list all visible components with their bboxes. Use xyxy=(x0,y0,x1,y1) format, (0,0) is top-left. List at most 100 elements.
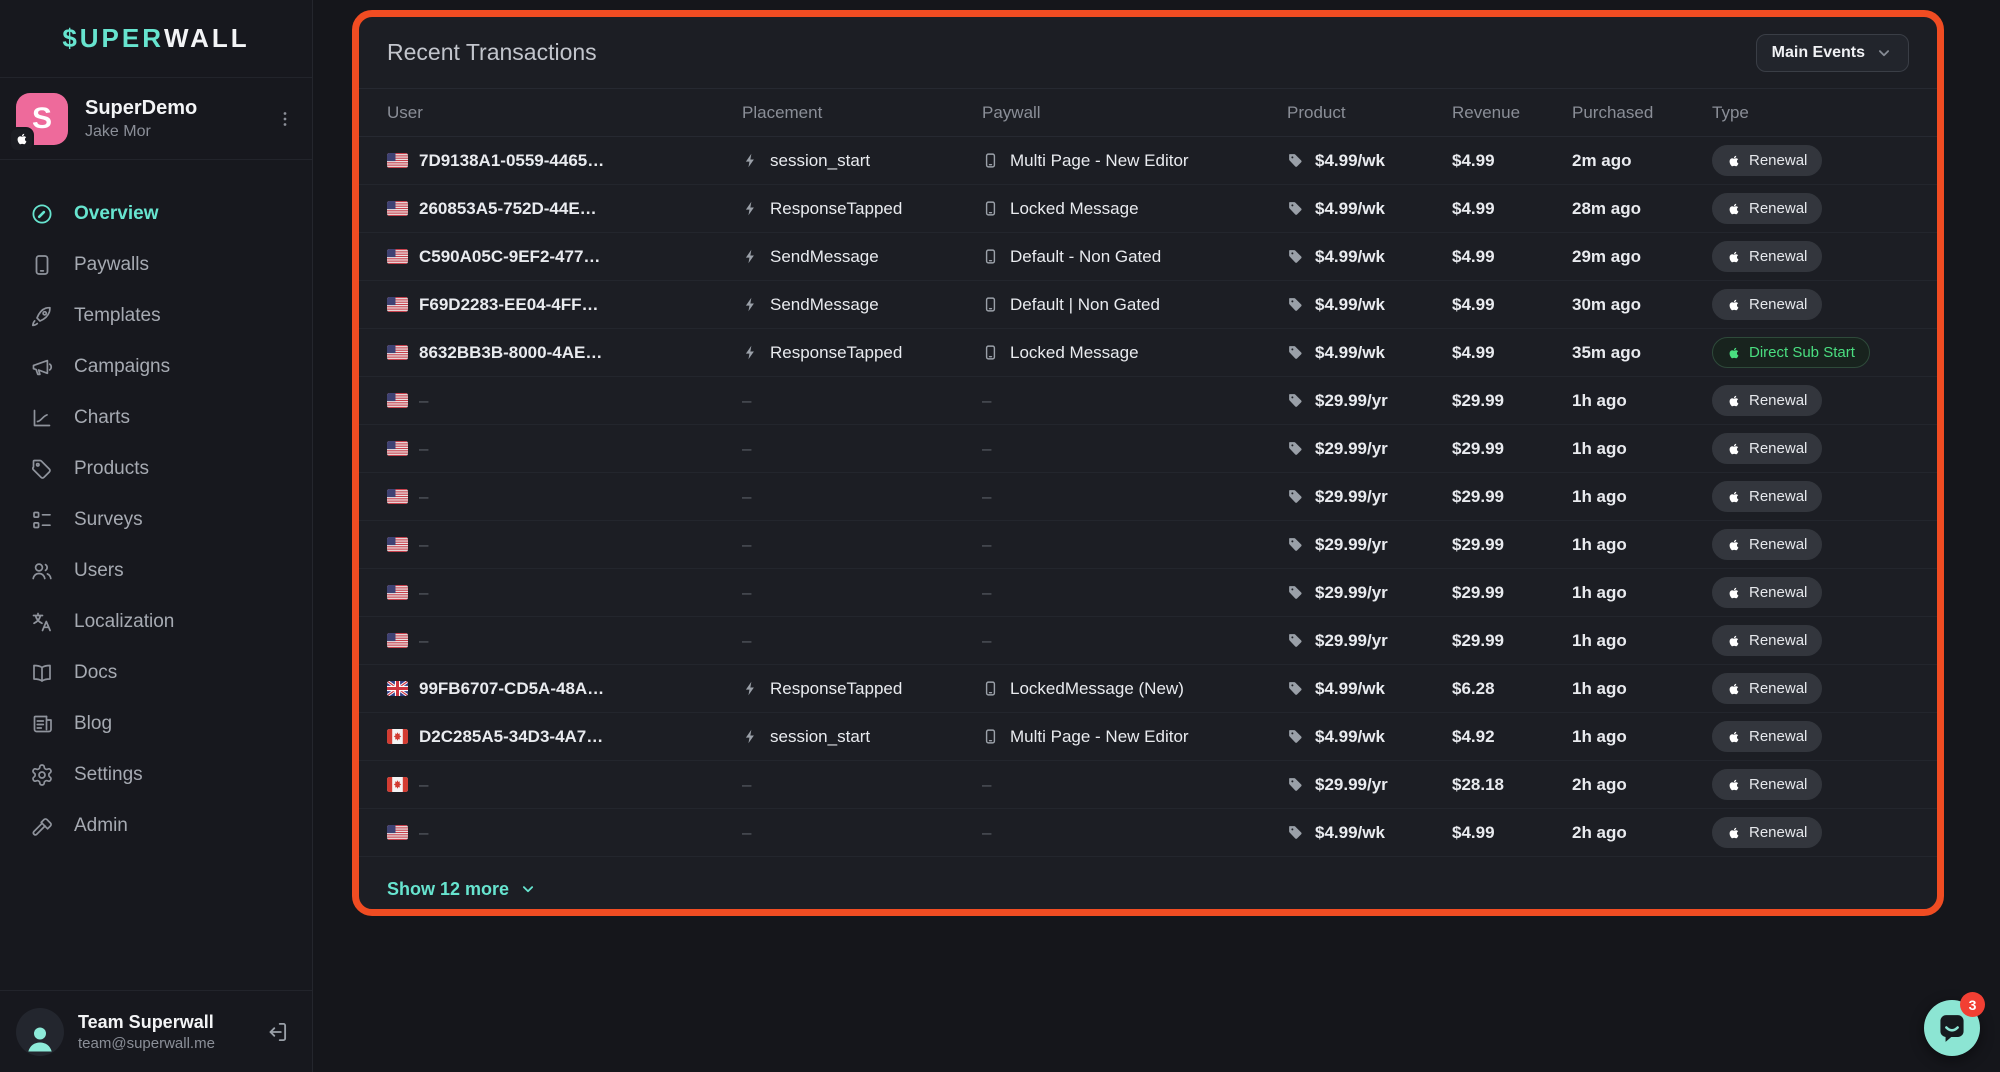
cell-revenue: $29.99 xyxy=(1452,631,1572,651)
cell-paywall: – xyxy=(982,391,1287,411)
cell-product: $4.99/wk xyxy=(1287,679,1452,699)
type-badge: Renewal xyxy=(1712,289,1822,320)
sidebar-item-campaigns[interactable]: Campaigns xyxy=(0,341,312,392)
apple-icon xyxy=(1727,250,1741,264)
app-switcher[interactable]: S SuperDemo Jake Mor xyxy=(0,78,312,160)
cell-product: $4.99/wk xyxy=(1287,343,1452,363)
cell-product: $4.99/wk xyxy=(1287,295,1452,315)
table-row[interactable]: 260853A5-752D-44E… ResponseTapped Locked… xyxy=(359,185,1937,233)
cell-type: Renewal xyxy=(1712,433,1909,464)
sidebar-item-label: Docs xyxy=(74,662,117,684)
sidebar-item-charts[interactable]: Charts xyxy=(0,392,312,443)
table-row[interactable]: – – – $29.99/yr $29.99 1h ago Renewal xyxy=(359,425,1937,473)
table-row[interactable]: 99FB6707-CD5A-48A… ResponseTapped Locked… xyxy=(359,665,1937,713)
cell-product: $29.99/yr xyxy=(1287,391,1452,411)
cell-purchased: 35m ago xyxy=(1572,343,1712,363)
type-badge: Renewal xyxy=(1712,673,1822,704)
cell-purchased: 1h ago xyxy=(1572,391,1712,411)
phone-icon xyxy=(982,344,999,361)
sidebar-item-users[interactable]: Users xyxy=(0,545,312,596)
cell-paywall: – xyxy=(982,775,1287,795)
brand-logo: $UPERWALL xyxy=(0,0,312,78)
sidebar-item-settings[interactable]: Settings xyxy=(0,749,312,800)
book-icon xyxy=(30,661,54,685)
sidebar-item-overview[interactable]: Overview xyxy=(0,188,312,239)
person-icon xyxy=(22,1020,58,1056)
cell-placement: ResponseTapped xyxy=(742,343,982,363)
sidebar-item-surveys[interactable]: Surveys xyxy=(0,494,312,545)
cell-user: 8632BB3B-8000-4AE… xyxy=(387,343,742,363)
cell-paywall: Default | Non Gated xyxy=(982,295,1287,315)
apple-icon xyxy=(1727,442,1741,456)
logout-icon[interactable] xyxy=(264,1019,290,1045)
cell-purchased: 1h ago xyxy=(1572,583,1712,603)
column-header-type: Type xyxy=(1712,103,1909,123)
table-row[interactable]: – – – $4.99/wk $4.99 2h ago Renewal xyxy=(359,809,1937,857)
flag-us-icon xyxy=(387,393,408,408)
table-body: 7D9138A1-0559-4465… session_start Multi … xyxy=(359,137,1937,857)
sidebar-item-blog[interactable]: Blog xyxy=(0,698,312,749)
table-row[interactable]: C590A05C-9EF2-477… SendMessage Default -… xyxy=(359,233,1937,281)
type-badge: Renewal xyxy=(1712,145,1822,176)
table-row[interactable]: – – – $29.99/yr $29.99 1h ago Renewal xyxy=(359,377,1937,425)
cell-revenue: $4.99 xyxy=(1452,199,1572,219)
table-row[interactable]: D2C285A5-34D3-4A7… session_start Multi P… xyxy=(359,713,1937,761)
cell-paywall: – xyxy=(982,487,1287,507)
hammer-icon xyxy=(30,814,54,838)
cell-user: 260853A5-752D-44E… xyxy=(387,199,742,219)
table-row[interactable]: 7D9138A1-0559-4465… session_start Multi … xyxy=(359,137,1937,185)
sidebar-item-admin[interactable]: Admin xyxy=(0,800,312,851)
apple-icon xyxy=(1727,346,1741,360)
chevron-down-icon xyxy=(1875,44,1893,62)
sidebar-nav: Overview Paywalls Templates Campaigns Ch… xyxy=(0,160,312,851)
cell-user: 99FB6707-CD5A-48A… xyxy=(387,679,742,699)
survey-icon xyxy=(30,508,54,532)
table-row[interactable]: – – – $29.99/yr $29.99 1h ago Renewal xyxy=(359,473,1937,521)
show-more-button[interactable]: Show 12 more xyxy=(387,879,537,900)
flag-ca-icon xyxy=(387,777,408,792)
cell-placement: ResponseTapped xyxy=(742,199,982,219)
sidebar-item-localization[interactable]: Localization xyxy=(0,596,312,647)
kebab-menu-icon[interactable] xyxy=(274,108,296,130)
sidebar-item-templates[interactable]: Templates xyxy=(0,290,312,341)
flag-us-icon xyxy=(387,345,408,360)
cell-user: C590A05C-9EF2-477… xyxy=(387,247,742,267)
tag-icon xyxy=(1287,824,1304,841)
cell-product: $29.99/yr xyxy=(1287,631,1452,651)
tag-icon xyxy=(1287,200,1304,217)
chart-icon xyxy=(30,406,54,430)
type-badge: Renewal xyxy=(1712,193,1822,224)
user-id: 8632BB3B-8000-4AE… xyxy=(419,343,602,363)
table-row[interactable]: 8632BB3B-8000-4AE… ResponseTapped Locked… xyxy=(359,329,1937,377)
cell-type: Renewal xyxy=(1712,625,1909,656)
cell-revenue: $4.99 xyxy=(1452,823,1572,843)
column-header-revenue: Revenue xyxy=(1452,103,1572,123)
chat-launcher[interactable]: 3 xyxy=(1924,1000,1980,1056)
cell-product: $29.99/yr xyxy=(1287,487,1452,507)
main-events-dropdown-label: Main Events xyxy=(1772,44,1865,62)
cell-purchased: 2h ago xyxy=(1572,823,1712,843)
tag-icon xyxy=(1287,440,1304,457)
cell-placement: SendMessage xyxy=(742,295,982,315)
tag-icon xyxy=(1287,344,1304,361)
cell-type: Renewal xyxy=(1712,769,1909,800)
sidebar-item-products[interactable]: Products xyxy=(0,443,312,494)
sidebar-item-docs[interactable]: Docs xyxy=(0,647,312,698)
user-id: – xyxy=(419,631,428,651)
phone-icon xyxy=(982,728,999,745)
bolt-icon xyxy=(742,152,759,169)
sidebar-item-paywalls[interactable]: Paywalls xyxy=(0,239,312,290)
main-events-dropdown[interactable]: Main Events xyxy=(1756,34,1909,72)
flag-us-icon xyxy=(387,153,408,168)
user-id: – xyxy=(419,823,428,843)
table-row[interactable]: – – – $29.99/yr $29.99 1h ago Renewal xyxy=(359,521,1937,569)
cell-product: $29.99/yr xyxy=(1287,439,1452,459)
cell-type: Renewal xyxy=(1712,193,1909,224)
table-row[interactable]: – – – $29.99/yr $28.18 2h ago Renewal xyxy=(359,761,1937,809)
cell-paywall: – xyxy=(982,631,1287,651)
table-row[interactable]: – – – $29.99/yr $29.99 1h ago Renewal xyxy=(359,569,1937,617)
table-row[interactable]: F69D2283-EE04-4FF… SendMessage Default |… xyxy=(359,281,1937,329)
table-row[interactable]: – – – $29.99/yr $29.99 1h ago Renewal xyxy=(359,617,1937,665)
cell-type: Renewal xyxy=(1712,577,1909,608)
cell-paywall: – xyxy=(982,583,1287,603)
